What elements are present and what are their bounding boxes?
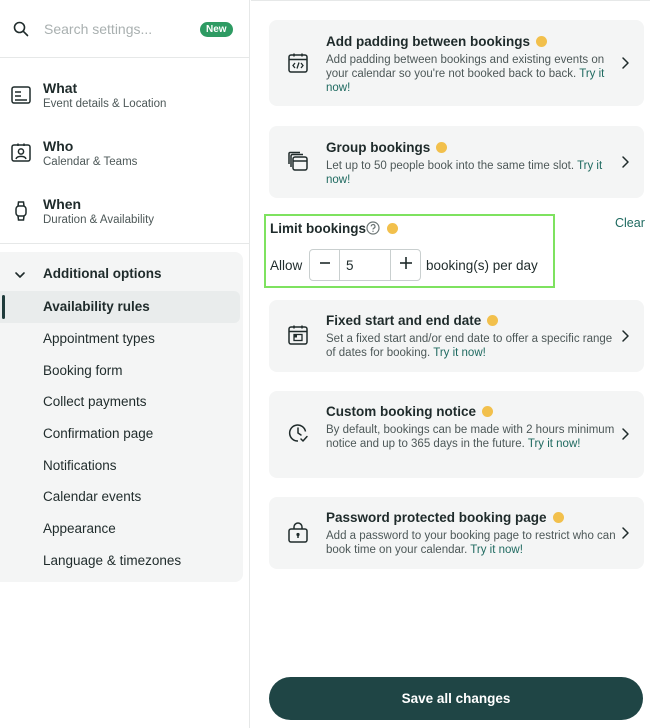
try-it-now-link[interactable]: Try it now! [470,544,523,556]
watch-icon [10,200,32,222]
plus-icon [399,256,413,275]
chevron-right-icon [620,56,630,70]
save-all-changes-button[interactable]: Save all changes [269,677,643,720]
card-title: Fixed start and end date [326,313,499,328]
contact-card-icon [10,142,32,164]
nav-title: When [43,196,82,212]
premium-crown-icon [536,35,547,47]
option-notifications[interactable]: Notifications [0,450,240,482]
availability-rules-content: Add padding between bookings Add padding… [251,0,650,728]
lock-bag-icon [287,522,309,544]
clear-limit-link[interactable]: Clear [615,216,645,230]
option-appearance[interactable]: Appearance [0,513,240,545]
option-label: Appearance [43,521,116,536]
nav-subtitle: Event details & Location [43,98,167,110]
additional-options-panel: Additional options Availability rules Ap… [0,252,243,582]
limit-bookings-title: Limit bookings [270,221,366,236]
card-padding-between-bookings[interactable]: Add padding between bookings Add padding… [269,20,644,106]
option-appointment-types[interactable]: Appointment types [0,323,240,355]
limit-bookings-setting: Limit bookings Allow booking(s) per day [264,214,555,288]
nav-title: Who [43,138,74,154]
per-day-label: booking(s) per day [426,258,538,273]
settings-sidebar: New What Event details & Location Who Ca… [0,0,250,728]
chevron-right-icon [620,427,630,441]
search-bar: New [0,0,250,58]
decrement-button[interactable] [310,250,340,280]
bookings-per-day-stepper [309,249,421,281]
option-label: Notifications [43,458,117,473]
premium-crown-icon [387,223,398,234]
option-label: Calendar events [43,489,142,504]
increment-button[interactable] [390,250,420,280]
id-card-icon [10,84,32,106]
card-title: Add padding between bookings [326,34,547,49]
card-fixed-start-end-date[interactable]: Fixed start and end date Set a fixed sta… [269,300,644,372]
option-label: Appointment types [43,331,155,346]
premium-crown-icon [552,511,564,523]
minus-icon [319,256,331,274]
premium-crown-icon [482,405,493,417]
premium-crown-icon [487,314,499,326]
option-booking-form[interactable]: Booking form [0,355,240,387]
option-label: Confirmation page [43,426,154,441]
card-title: Group bookings [326,140,448,155]
card-description: Set a fixed start and/or end date to off… [326,333,613,359]
card-description: Add padding between bookings and existin… [326,54,605,94]
option-collect-payments[interactable]: Collect payments [0,386,240,418]
additional-options-title: Additional options [43,266,162,281]
additional-options-toggle[interactable]: Additional options [0,264,243,286]
chevron-down-icon [14,268,26,280]
option-label: Language & timezones [43,553,182,568]
card-title: Custom booking notice [326,404,493,419]
option-label: Availability rules [43,299,150,314]
search-input[interactable] [44,20,184,37]
chevron-right-icon [620,526,630,540]
new-badge: New [200,22,233,37]
chevron-right-icon [620,329,630,343]
chevron-right-icon [620,155,630,169]
card-title: Password protected booking page [326,510,564,525]
option-label: Collect payments [43,394,147,409]
option-availability-rules[interactable]: Availability rules [0,291,240,323]
divider [251,0,650,1]
card-description: Add a password to your booking page to r… [326,530,616,556]
option-calendar-events[interactable]: Calendar events [0,481,240,513]
nav-title: What [43,80,78,96]
premium-crown-icon [436,141,448,153]
card-description: Let up to 50 people book into the same t… [326,160,603,186]
try-it-now-link[interactable]: Try it now! [528,438,581,450]
option-language-timezones[interactable]: Language & timezones [0,545,240,577]
nav-subtitle: Duration & Availability [43,214,155,226]
divider [0,243,250,244]
option-confirmation-page[interactable]: Confirmation page [0,418,240,450]
clock-check-icon [287,422,309,444]
nav-subtitle: Calendar & Teams [43,156,138,168]
nav-item-what[interactable]: What Event details & Location [0,80,250,136]
try-it-now-link[interactable]: Try it now! [433,347,486,359]
option-label: Booking form [43,363,123,378]
card-password-protected-booking-page[interactable]: Password protected booking page Add a pa… [269,497,644,569]
calendar-range-icon [287,324,309,346]
help-icon[interactable] [366,221,380,235]
card-custom-booking-notice[interactable]: Custom booking notice By default, bookin… [269,391,644,478]
card-description: By default, bookings can be made with 2 … [326,424,615,450]
allow-label: Allow [270,258,303,273]
card-group-bookings[interactable]: Group bookings Let up to 50 people book … [269,126,644,198]
bookings-per-day-input[interactable] [340,250,390,280]
calendar-code-icon [287,52,309,74]
search-icon [13,21,29,37]
stacked-cards-icon [287,151,309,173]
nav-item-who[interactable]: Who Calendar & Teams [0,138,250,194]
